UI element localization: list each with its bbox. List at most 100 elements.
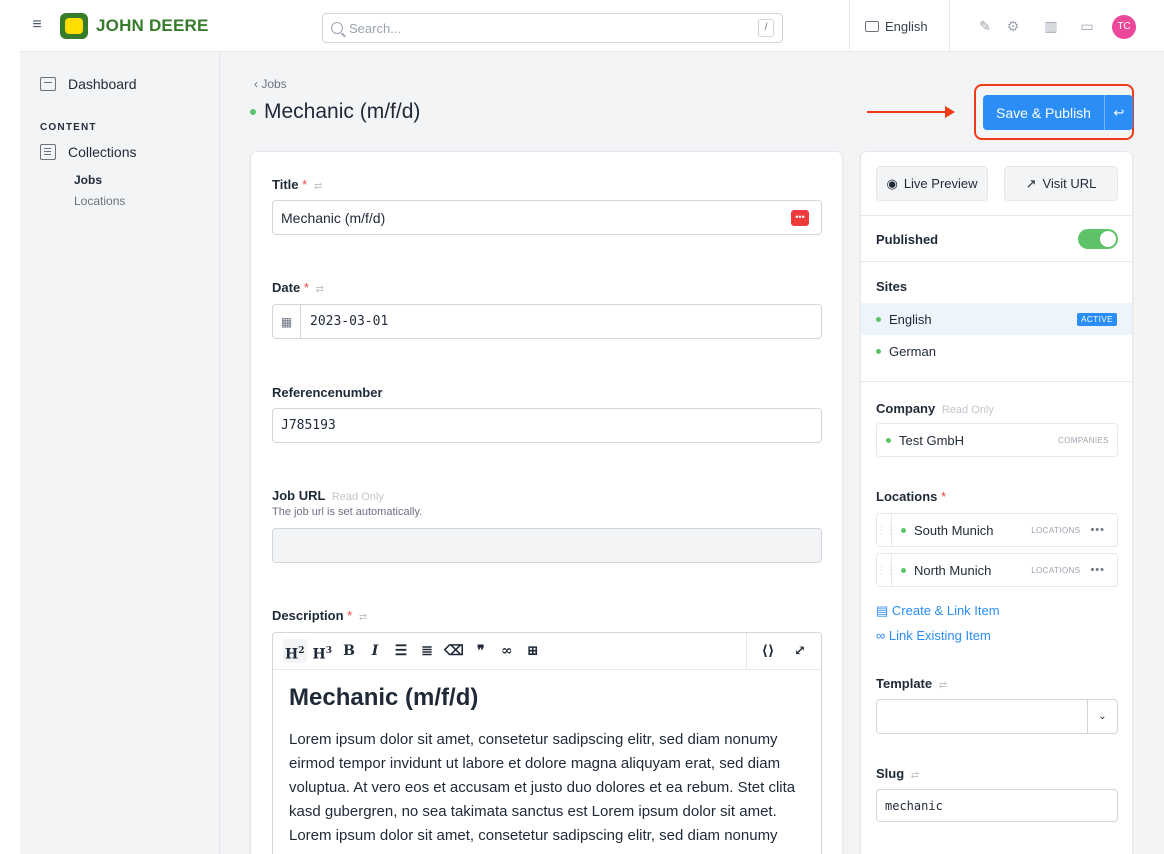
site-icon: [865, 20, 879, 32]
job-url-field: [272, 528, 822, 563]
date-field-label: Date * ⇄: [272, 280, 324, 295]
status-dot: [886, 437, 891, 443]
create-item-icon: ▤: [876, 603, 889, 618]
drag-handle-icon[interactable]: ⋮⋮: [877, 514, 895, 546]
template-select[interactable]: ⌄: [876, 699, 1118, 734]
divider: [861, 261, 1132, 262]
calendar-icon[interactable]: ▦: [273, 305, 301, 338]
active-badge: ACTIVE: [1077, 312, 1117, 326]
field-label-text: Slug: [876, 766, 905, 781]
reference-field-label: Referencenumber: [272, 385, 383, 400]
editor-content[interactable]: Mechanic (m/f/d) Lorem ipsum dolor sit a…: [273, 670, 821, 854]
content-paragraph: Lorem ipsum dolor sit amet, consetetur s…: [289, 731, 796, 844]
more-options-icon[interactable]: •••: [1090, 524, 1105, 536]
reference-number-field[interactable]: J785193: [272, 408, 822, 443]
collections-icon: [40, 144, 56, 160]
create-link-label: Create & Link Item: [891, 603, 1000, 618]
live-preview-button[interactable]: ◉ Live Preview: [876, 166, 988, 201]
search-input[interactable]: Search... /: [322, 13, 783, 43]
divider: [861, 381, 1132, 382]
slug-field[interactable]: mechanic: [876, 789, 1118, 822]
date-field[interactable]: ▦ 2023-03-01: [272, 304, 822, 339]
external-link-icon: ↗: [1025, 175, 1037, 191]
breadcrumb[interactable]: ‹ Jobs: [254, 77, 287, 91]
heading-3-button[interactable]: H3: [311, 639, 335, 663]
fullscreen-icon[interactable]: ⤢: [789, 639, 811, 663]
visit-url-button[interactable]: ↗ Visit URL: [1004, 166, 1118, 201]
brand-logo[interactable]: JOHN DEERE: [60, 12, 209, 40]
editor-toolbar: H2 H3 B I ☰ ≣ ⌫ ❞ ∞ ⊞ ⟨⟩ ⤢: [273, 633, 821, 670]
site-row-english[interactable]: English ACTIVE: [861, 303, 1132, 335]
chevron-down-icon[interactable]: ⌄: [1087, 700, 1117, 733]
page-title: Mechanic (m/f/d): [250, 100, 420, 124]
create-link-item-button[interactable]: ▤ Create & Link Item: [876, 603, 1000, 619]
site-status-dot: [876, 348, 881, 354]
bold-button[interactable]: B: [338, 639, 360, 663]
translatable-icon: ⇄: [910, 770, 920, 781]
required-marker: *: [347, 608, 353, 623]
location-item[interactable]: ⋮⋮ South Munich LOCATIONS •••: [876, 513, 1118, 547]
bullet-list-button[interactable]: ☰: [390, 639, 412, 663]
field-label-text: Title: [272, 177, 299, 192]
sidebar-item-jobs[interactable]: Jobs: [74, 173, 102, 187]
required-marker: *: [303, 280, 309, 295]
sidebar-item-locations[interactable]: Locations: [74, 194, 125, 208]
description-field-label: Description * ⇄: [272, 608, 367, 623]
link-existing-item-button[interactable]: ∞ Link Existing Item: [876, 628, 991, 643]
location-item[interactable]: ⋮⋮ North Munich LOCATIONS •••: [876, 553, 1118, 587]
sidebar: Dashboard CONTENT Collections Jobs Locat…: [20, 52, 220, 854]
avatar[interactable]: TC: [1112, 15, 1136, 39]
italic-button[interactable]: I: [364, 639, 386, 663]
site-selector[interactable]: English: [865, 16, 928, 36]
field-label-text: Job URL: [272, 488, 326, 503]
translatable-icon: ⇄: [313, 181, 323, 192]
table-button[interactable]: ⊞: [522, 639, 544, 663]
save-publish-label: Save & Publish: [996, 104, 1091, 121]
pin-icon[interactable]: ✎: [976, 17, 994, 35]
link-button[interactable]: ∞: [496, 639, 518, 663]
publish-options-icon[interactable]: ↩: [1105, 105, 1133, 121]
gear-icon[interactable]: ⚙: [1004, 17, 1022, 35]
website-icon[interactable]: ▭: [1078, 17, 1096, 35]
link-icon: ∞: [876, 628, 886, 643]
clear-format-button[interactable]: ⌫: [442, 639, 466, 663]
status-dot: [901, 527, 906, 533]
brand-name: JOHN DEERE: [96, 16, 209, 35]
publish-sidebar: ◉ Live Preview ↗ Visit URL Published Sit…: [860, 151, 1133, 854]
sidebar-item-dashboard[interactable]: Dashboard: [40, 76, 137, 92]
password-manager-icon[interactable]: •••: [791, 210, 809, 226]
search-placeholder: Search...: [349, 20, 402, 36]
content-heading: Mechanic (m/f/d): [289, 684, 479, 711]
drag-handle-icon[interactable]: ⋮⋮: [877, 554, 895, 586]
description-editor[interactable]: H2 H3 B I ☰ ≣ ⌫ ❞ ∞ ⊞ ⟨⟩ ⤢ Mechanic (m/f…: [272, 632, 822, 854]
collection-tag: COMPANIES: [1057, 435, 1109, 445]
more-options-icon[interactable]: •••: [1090, 564, 1105, 576]
read-only-hint: Read Only: [941, 404, 994, 416]
quote-button[interactable]: ❞: [470, 639, 492, 663]
eye-icon: ◉: [886, 175, 898, 191]
published-toggle[interactable]: [1078, 229, 1118, 249]
required-marker: *: [302, 177, 308, 192]
site-row-german[interactable]: German: [861, 335, 1132, 367]
title-field[interactable]: Mechanic (m/f/d) •••: [272, 200, 822, 235]
dashboard-icon: [40, 77, 56, 91]
link-existing-label: Link Existing Item: [888, 628, 991, 643]
ordered-list-button[interactable]: ≣: [416, 639, 438, 663]
company-label: Company Read Only: [876, 401, 994, 416]
location-name: South Munich: [914, 522, 994, 538]
annotation-arrow: [867, 106, 955, 118]
source-code-icon[interactable]: ⟨⟩: [757, 639, 779, 663]
app-window: ≡ JOHN DEERE Search... / English ✎ ⚙ ▥ ▭…: [20, 0, 1164, 854]
translatable-icon: ⇄: [315, 284, 324, 295]
field-label-text: Date: [272, 280, 301, 295]
topbar-divider: [849, 0, 850, 52]
sidebar-item-label: Dashboard: [68, 76, 137, 92]
heading-2-button[interactable]: H2: [283, 639, 307, 663]
page-title-text: Mechanic (m/f/d): [264, 100, 421, 123]
sidebar-item-collections[interactable]: Collections: [40, 144, 136, 160]
save-publish-button[interactable]: Save & Publish ↩: [983, 95, 1133, 130]
title-field-label: Title * ⇄: [272, 177, 322, 192]
site-name: English: [889, 311, 932, 327]
hamburger-menu-icon[interactable]: ≡: [26, 14, 48, 36]
docs-book-icon[interactable]: ▥: [1042, 17, 1060, 35]
